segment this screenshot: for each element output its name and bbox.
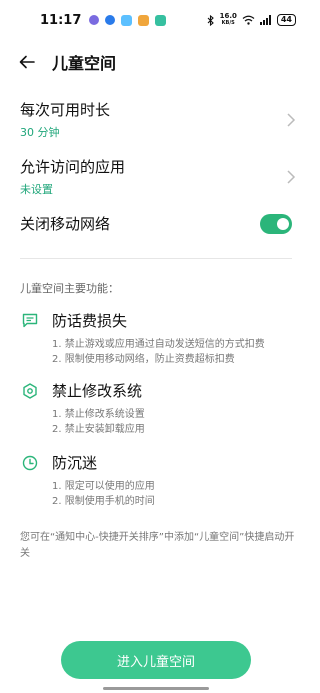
- signal-icon: [259, 15, 271, 25]
- feature-line: 1. 禁止修改系统设置: [52, 409, 145, 420]
- feature-line: 2. 禁止安装卸载应用: [52, 424, 145, 435]
- status-time: 11:17: [40, 12, 82, 28]
- feature-line: 2. 限制使用移动网络，防止资费超标扣费: [52, 354, 235, 365]
- feature-name: 防话费损失: [52, 312, 128, 330]
- battery-indicator: 44: [276, 14, 296, 26]
- allowed-apps-value: 未设置: [20, 183, 53, 196]
- home-indicator[interactable]: [103, 687, 209, 690]
- duration-setting-row[interactable]: 每次可用时长 30 分钟: [20, 100, 296, 140]
- mobile-network-setting-row: 关闭移动网络: [20, 214, 292, 234]
- app-notification-icon: [155, 14, 167, 26]
- bluetooth-icon: [207, 14, 214, 26]
- clock-icon: [20, 453, 40, 473]
- feature-block: 防沉迷 1. 限定可以使用的应用 2. 限制使用手机的时间: [20, 452, 296, 509]
- feature-name: 防沉迷: [52, 454, 98, 472]
- status-bar: 11:17 16.0 KB/S 44: [0, 0, 312, 40]
- network-speed-value: 16.0: [219, 12, 237, 20]
- wifi-icon: [242, 15, 255, 25]
- shortcut-hint: 您可在“通知中心-快捷开关排序”中添加“儿童空间”快捷启动开关: [20, 532, 295, 559]
- feature-line: 1. 限定可以使用的应用: [52, 481, 155, 492]
- feature-name: 禁止修改系统: [52, 382, 143, 400]
- divider: [20, 258, 292, 259]
- toggle-knob: [277, 218, 289, 230]
- page-title: 儿童空间: [52, 54, 117, 73]
- app-notification-icon: [121, 14, 133, 26]
- chevron-right-icon: [287, 113, 296, 127]
- app-notification-icon: [89, 15, 100, 25]
- app-bar: 儿童空间: [0, 44, 312, 80]
- network-speed-unit: KB/S: [221, 20, 235, 26]
- allowed-apps-setting-row[interactable]: 允许访问的应用 未设置: [20, 157, 296, 197]
- allowed-apps-label: 允许访问的应用: [20, 158, 126, 176]
- mobile-network-label: 关闭移动网络: [20, 215, 111, 233]
- duration-value: 30 分钟: [20, 126, 60, 139]
- feature-line: 1. 禁止游戏或应用通过自动发送短信的方式扣费: [52, 339, 265, 350]
- feature-line: 2. 限制使用手机的时间: [52, 496, 155, 507]
- feature-block: 防话费损失 1. 禁止游戏或应用通过自动发送短信的方式扣费 2. 限制使用移动网…: [20, 310, 296, 367]
- message-icon: [20, 311, 40, 331]
- app-notification-icon: [105, 15, 116, 25]
- duration-label: 每次可用时长: [20, 101, 111, 119]
- status-indicators: 16.0 KB/S 44: [207, 13, 296, 27]
- network-speed: 16.0 KB/S: [220, 13, 237, 27]
- app-notification-icon: [138, 14, 150, 26]
- feature-block: 禁止修改系统 1. 禁止修改系统设置 2. 禁止安装卸载应用: [20, 380, 296, 437]
- enter-kids-space-button[interactable]: 进入儿童空间: [61, 641, 251, 679]
- mobile-network-toggle[interactable]: [260, 214, 292, 234]
- back-arrow-icon[interactable]: [16, 51, 38, 73]
- settings-hexagon-icon: [20, 381, 40, 401]
- status-app-icons: [89, 14, 167, 26]
- features-title: 儿童空间主要功能：: [20, 282, 119, 295]
- chevron-right-icon: [287, 170, 296, 184]
